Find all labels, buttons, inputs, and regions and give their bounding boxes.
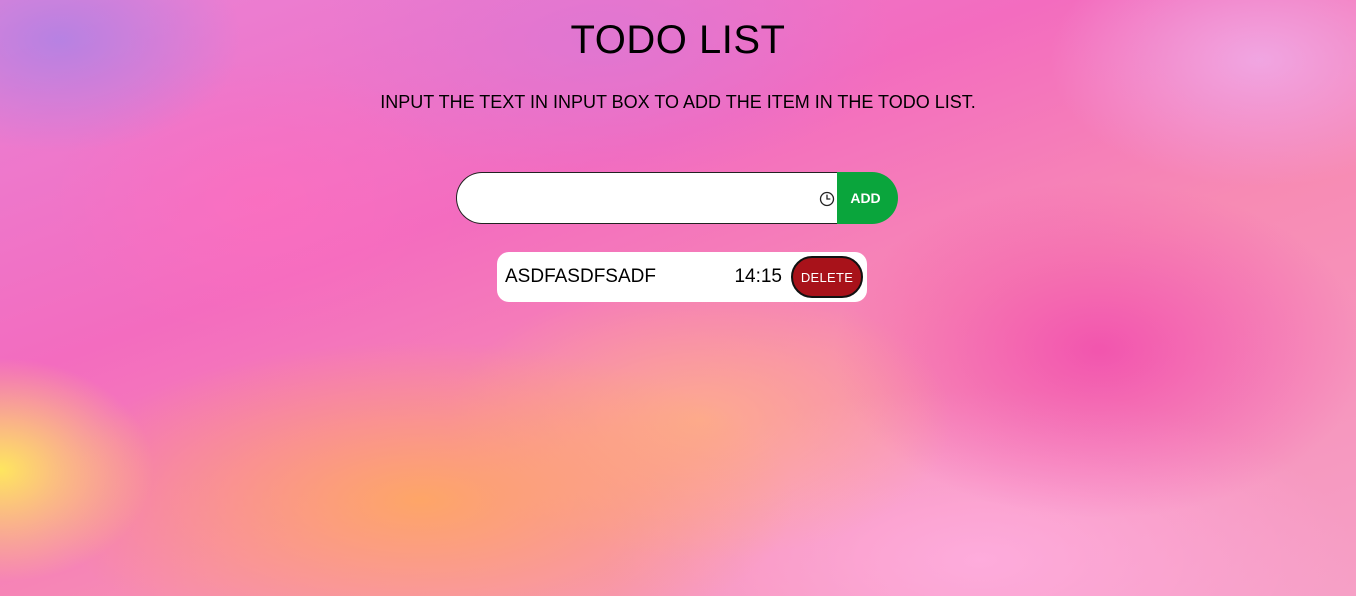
todo-input[interactable] [475,181,809,217]
page-subtitle: INPUT THE TEXT IN INPUT BOX TO ADD THE I… [380,92,976,112]
add-todo-form: ADD [456,172,898,224]
page-title: TODO LIST [570,18,786,62]
todo-item-time: 14:15 [734,266,782,287]
delete-button[interactable]: DELETE [791,256,863,298]
add-button[interactable]: ADD [837,172,898,224]
todo-item: ASDFASDFSADF 14:15 DELETE [497,252,867,302]
clock-icon[interactable] [819,191,835,207]
todo-input-container [456,172,837,224]
todo-item-text: ASDFASDFSADF [505,266,656,287]
